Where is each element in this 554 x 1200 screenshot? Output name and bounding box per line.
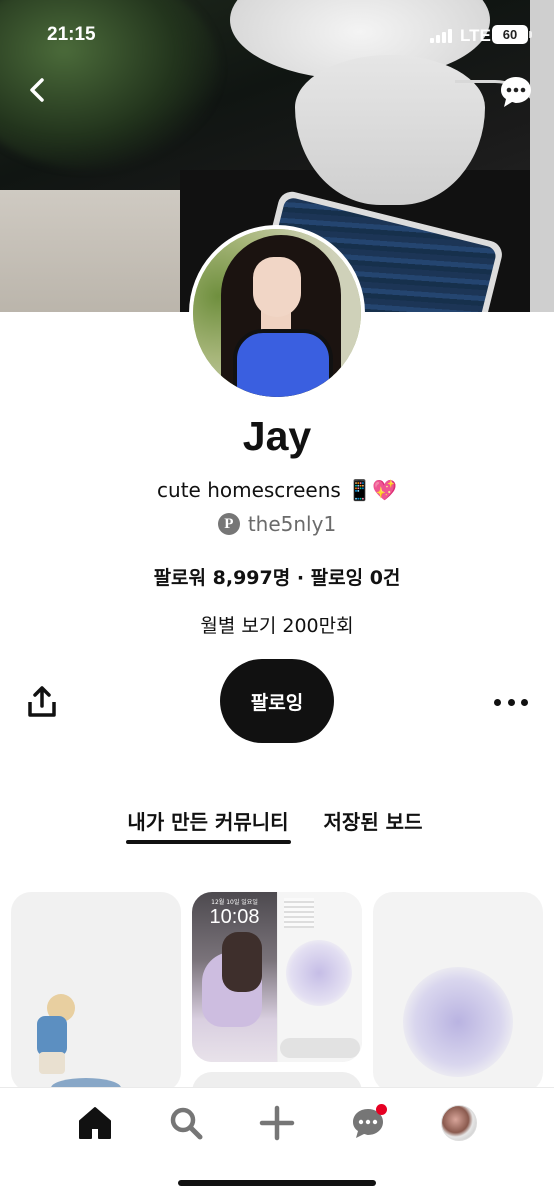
plus-icon bbox=[259, 1105, 295, 1141]
active-tab-indicator bbox=[126, 840, 291, 844]
follow-stats[interactable]: 팔로워 8,997명 · 팔로잉 0건 bbox=[0, 563, 554, 590]
more-button[interactable] bbox=[494, 690, 528, 714]
home-indicator bbox=[178, 1180, 376, 1186]
tab-saved-boards[interactable]: 저장된 보드 bbox=[318, 806, 428, 835]
profile-avatar[interactable] bbox=[189, 225, 365, 401]
chat-button[interactable] bbox=[498, 74, 534, 110]
search-icon bbox=[170, 1107, 203, 1140]
lockscreen-date: 12월 10일 일요일 bbox=[211, 899, 258, 906]
nav-profile[interactable] bbox=[437, 1101, 481, 1145]
status-time: 21:15 bbox=[47, 24, 96, 45]
chat-bubble-icon bbox=[501, 77, 531, 107]
network-label: LTE bbox=[460, 26, 491, 45]
nav-search[interactable] bbox=[164, 1101, 208, 1145]
homescreen-preview bbox=[278, 892, 362, 1062]
monthly-views: 월별 보기 200만회 bbox=[200, 615, 354, 637]
more-horizontal-icon bbox=[494, 698, 501, 706]
pin-card[interactable] bbox=[11, 892, 181, 1092]
handle-text: the5nly1 bbox=[247, 512, 337, 536]
profile-handle: P the5nly1 bbox=[0, 512, 554, 536]
tab-created[interactable]: 내가 만든 커뮤니티 bbox=[124, 806, 292, 835]
nav-home[interactable] bbox=[73, 1101, 117, 1145]
pin-card[interactable]: 12월 10일 일요일 10:08 bbox=[192, 892, 362, 1062]
notification-badge bbox=[376, 1104, 387, 1115]
following-button[interactable]: 팔로잉 bbox=[220, 659, 334, 743]
chevron-left-icon bbox=[30, 78, 44, 102]
profile-name: Jay bbox=[242, 413, 312, 459]
signal-icon bbox=[430, 28, 452, 43]
home-icon bbox=[79, 1107, 111, 1139]
back-button[interactable] bbox=[22, 74, 54, 106]
nav-messages[interactable] bbox=[346, 1101, 390, 1145]
status-bar: 21:15 LTE 60 bbox=[0, 0, 554, 70]
share-icon bbox=[28, 686, 56, 717]
profile-bio: cute homescreens 📱💖 bbox=[157, 478, 397, 502]
share-button[interactable] bbox=[24, 684, 60, 720]
pin-card[interactable] bbox=[373, 892, 543, 1092]
lockscreen-preview: 12월 10일 일요일 10:08 bbox=[192, 892, 277, 1062]
nav-create[interactable] bbox=[255, 1101, 299, 1145]
lockscreen-time: 10:08 bbox=[209, 906, 260, 928]
avatar bbox=[441, 1105, 477, 1141]
pinterest-logo-icon: P bbox=[217, 513, 240, 535]
battery-icon: 60 bbox=[492, 25, 532, 44]
